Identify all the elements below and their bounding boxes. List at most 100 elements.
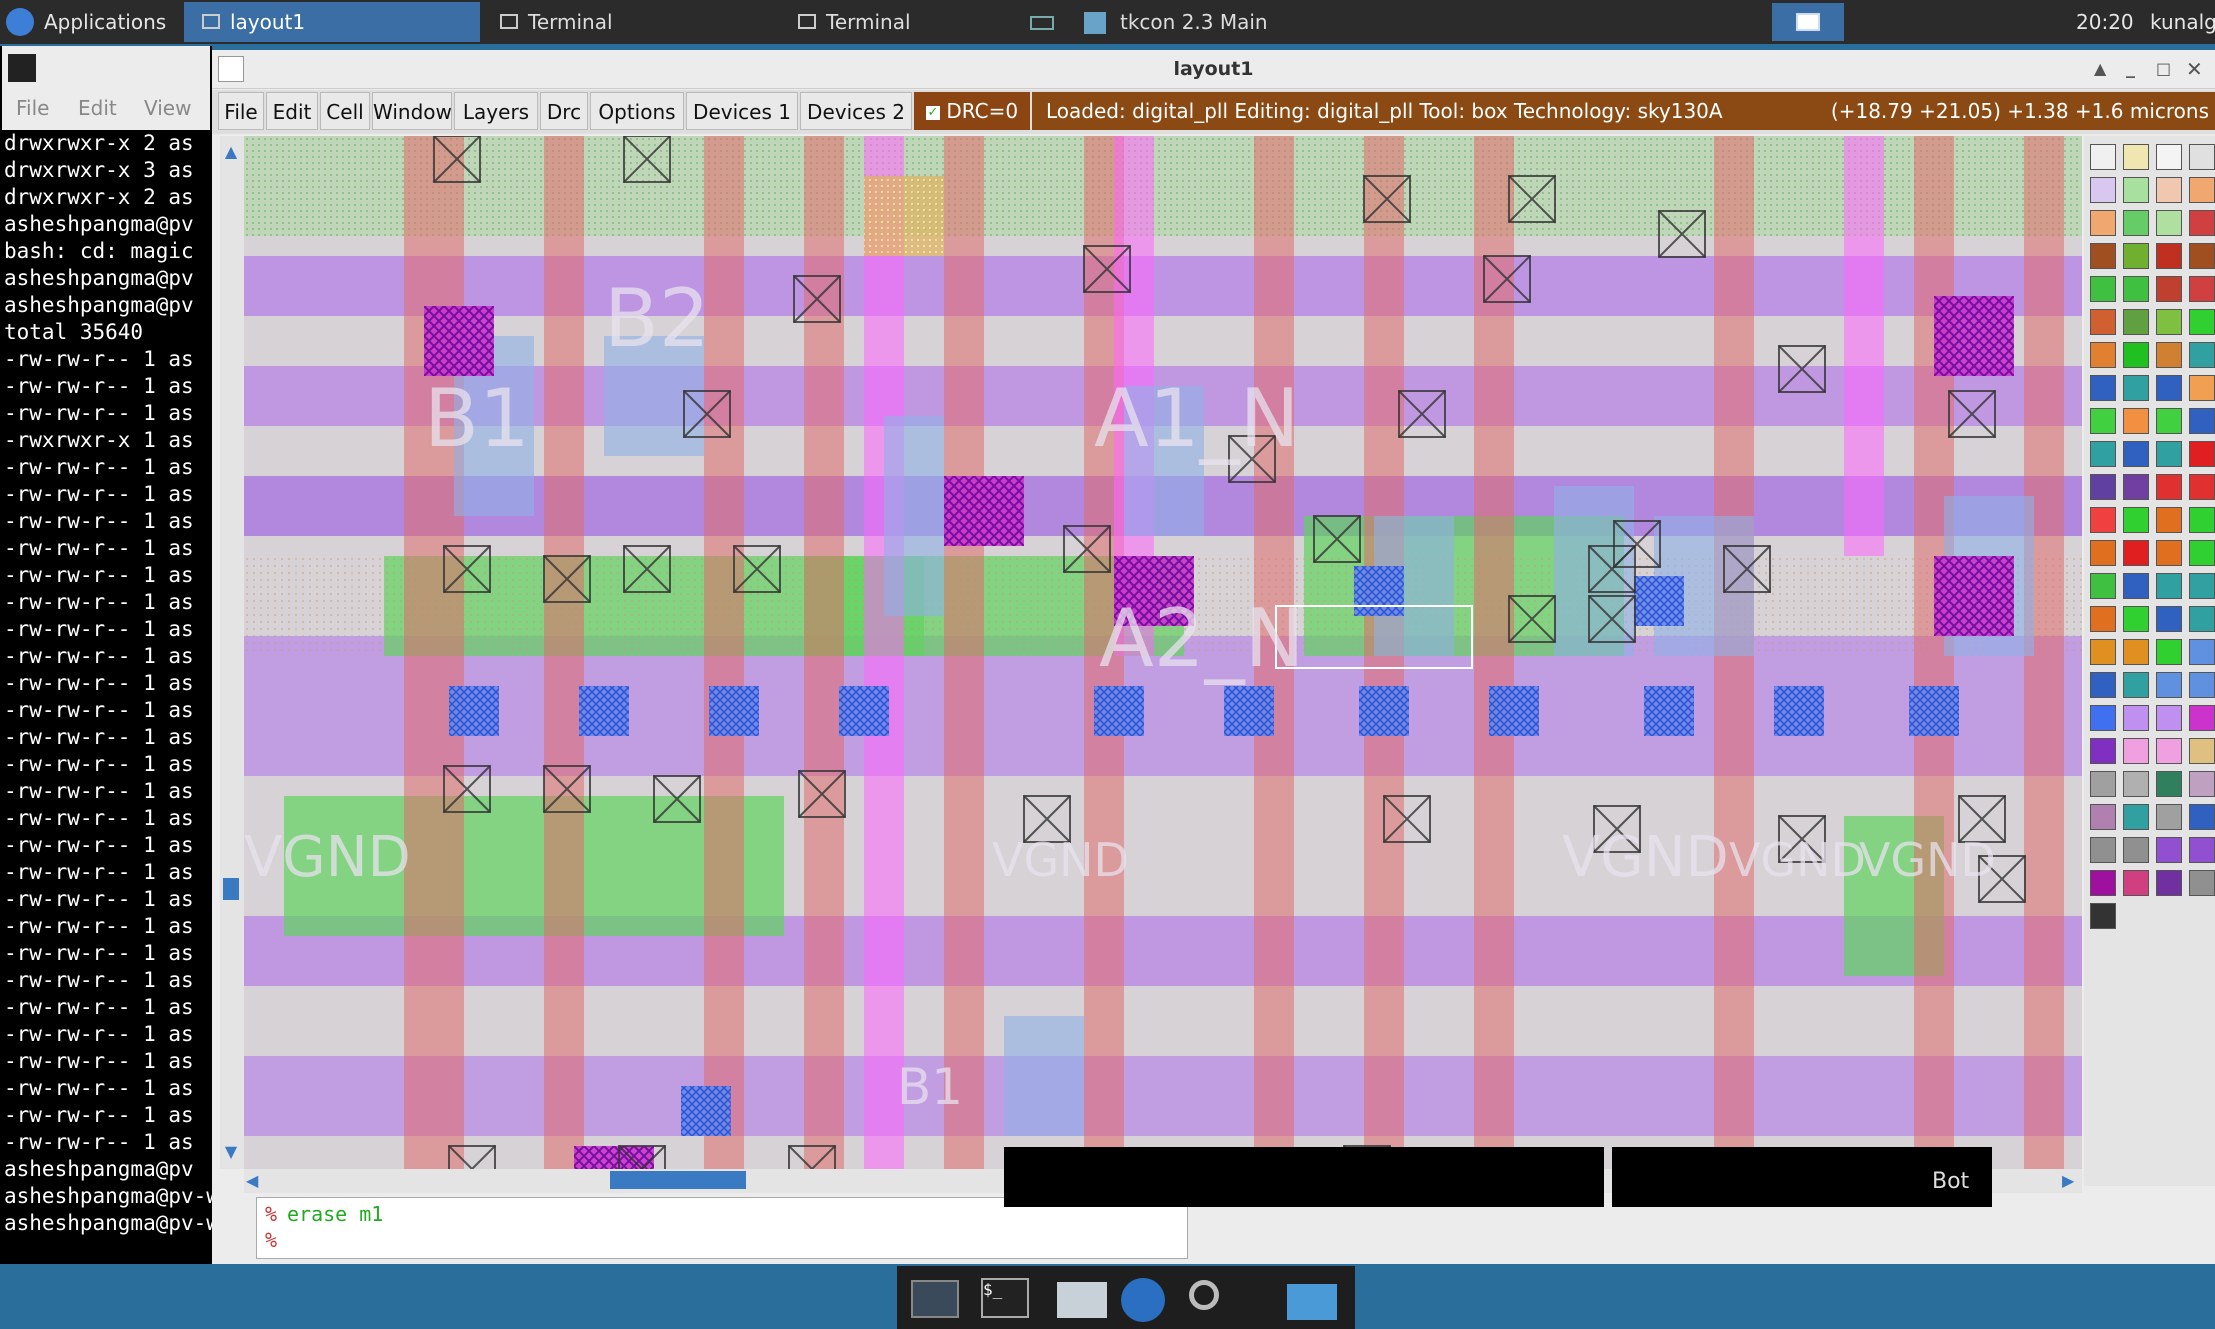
layer-swatch[interactable] [2189,606,2215,632]
layer-swatch[interactable] [2156,606,2182,632]
layer-swatch[interactable] [2123,474,2149,500]
layer-swatch[interactable] [2189,144,2215,170]
layer-swatch[interactable] [2123,804,2149,830]
layer-swatch[interactable] [2189,309,2215,335]
layer-swatch[interactable] [2090,210,2116,236]
layer-swatch[interactable] [2156,243,2182,269]
menu-drc[interactable]: Drc [540,92,588,130]
layer-swatch[interactable] [2189,276,2215,302]
menu-cell[interactable]: Cell [320,92,370,130]
layer-swatch[interactable] [2123,210,2149,236]
drc-status[interactable]: ✓ DRC=0 [914,92,1030,130]
terminal-dock-icon[interactable]: $_ [977,1274,1037,1324]
layer-swatch[interactable] [2156,276,2182,302]
workspace-icon[interactable] [1772,3,1844,41]
layer-swatch[interactable] [2156,441,2182,467]
layer-swatch[interactable] [2189,573,2215,599]
browser-icon[interactable] [1117,1274,1177,1324]
menu-window[interactable]: Window [372,92,452,130]
layer-swatch[interactable] [2189,771,2215,797]
layout-canvas[interactable]: B2 B1 A1_N A2_N VGND VGND VGND VGND VGND B1 [244,136,2082,1169]
layer-swatch[interactable] [2189,507,2215,533]
layer-swatch[interactable] [2156,375,2182,401]
menu-edit[interactable]: Edit [266,92,318,130]
layer-swatch[interactable] [2123,540,2149,566]
scroll-down-icon[interactable]: ▼ [222,1142,240,1161]
layer-swatch[interactable] [2156,639,2182,665]
window-up-icon[interactable]: ▲ [2094,50,2106,88]
layer-swatch[interactable] [2189,837,2215,863]
layer-swatch[interactable] [2123,309,2149,335]
applications-menu[interactable]: Applications [6,0,166,44]
layer-swatch[interactable] [2123,771,2149,797]
terminal-menu-view[interactable]: View [144,96,191,120]
layer-swatch[interactable] [2090,705,2116,731]
layer-swatch[interactable] [2090,276,2116,302]
layer-swatch[interactable] [2123,606,2149,632]
layer-swatch[interactable] [2189,672,2215,698]
layer-swatch[interactable] [2156,573,2182,599]
layer-swatch[interactable] [2090,870,2116,896]
layer-swatch[interactable] [2090,507,2116,533]
layer-swatch[interactable] [2090,540,2116,566]
vertical-scrollbar[interactable]: ▲ ▼ [220,136,245,1169]
layer-swatch[interactable] [2090,573,2116,599]
layer-swatch[interactable] [2123,738,2149,764]
layer-swatch[interactable] [2123,177,2149,203]
menu-file[interactable]: File [218,92,264,130]
task-terminal-2[interactable]: Terminal [780,2,1030,42]
drc-checkbox[interactable]: ✓ [926,105,940,120]
task-tkcon[interactable]: tkcon 2.3 Main [1030,2,1380,42]
scroll-thumb[interactable] [223,878,239,900]
task-terminal-1[interactable]: Terminal [482,2,778,42]
menu-devices-2[interactable]: Devices 2 [800,92,912,130]
scroll-left-icon[interactable]: ◀ [246,1171,266,1191]
layer-swatch[interactable] [2090,804,2116,830]
layer-swatch[interactable] [2090,408,2116,434]
layer-swatch[interactable] [2156,672,2182,698]
search-icon[interactable] [1183,1274,1243,1324]
layer-swatch[interactable] [2189,705,2215,731]
layer-swatch[interactable] [2090,474,2116,500]
layer-swatch[interactable] [2123,837,2149,863]
layer-swatch[interactable] [2156,870,2182,896]
menu-layers[interactable]: Layers [454,92,538,130]
layer-swatch[interactable] [2090,144,2116,170]
layer-swatch[interactable] [2156,342,2182,368]
layer-swatch[interactable] [2090,903,2116,929]
layer-swatch[interactable] [2090,837,2116,863]
layer-swatch[interactable] [2156,408,2182,434]
layer-swatch[interactable] [2189,177,2215,203]
layer-swatch[interactable] [2189,243,2215,269]
scroll-up-icon[interactable]: ▲ [222,142,240,161]
layer-swatch[interactable] [2156,738,2182,764]
terminal-menu-edit[interactable]: Edit [78,96,117,120]
layer-swatch[interactable] [2156,804,2182,830]
layer-swatch[interactable] [2189,342,2215,368]
layer-swatch[interactable] [2090,672,2116,698]
home-folder-icon[interactable] [1049,1274,1109,1324]
layer-swatch[interactable] [2156,177,2182,203]
layer-swatch[interactable] [2156,705,2182,731]
layer-swatch[interactable] [2123,507,2149,533]
scroll-thumb-horizontal[interactable] [610,1171,746,1189]
layer-swatch[interactable] [2090,771,2116,797]
layer-swatch[interactable] [2189,870,2215,896]
maximize-icon[interactable]: □ [2156,50,2171,88]
desktop-icon[interactable] [905,1274,965,1324]
layer-swatch[interactable] [2156,309,2182,335]
layer-swatch[interactable] [2090,177,2116,203]
layer-swatch[interactable] [2189,738,2215,764]
layer-swatch[interactable] [2123,573,2149,599]
layer-swatch[interactable] [2090,441,2116,467]
layer-swatch[interactable] [2090,375,2116,401]
terminal-menu-file[interactable]: File [16,96,49,120]
layer-swatch[interactable] [2156,540,2182,566]
layer-swatch[interactable] [2090,342,2116,368]
layer-swatch[interactable] [2123,870,2149,896]
layer-swatch[interactable] [2156,771,2182,797]
layer-swatch[interactable] [2123,243,2149,269]
layer-swatch[interactable] [2090,243,2116,269]
layer-swatch[interactable] [2189,375,2215,401]
layer-swatch[interactable] [2123,441,2149,467]
